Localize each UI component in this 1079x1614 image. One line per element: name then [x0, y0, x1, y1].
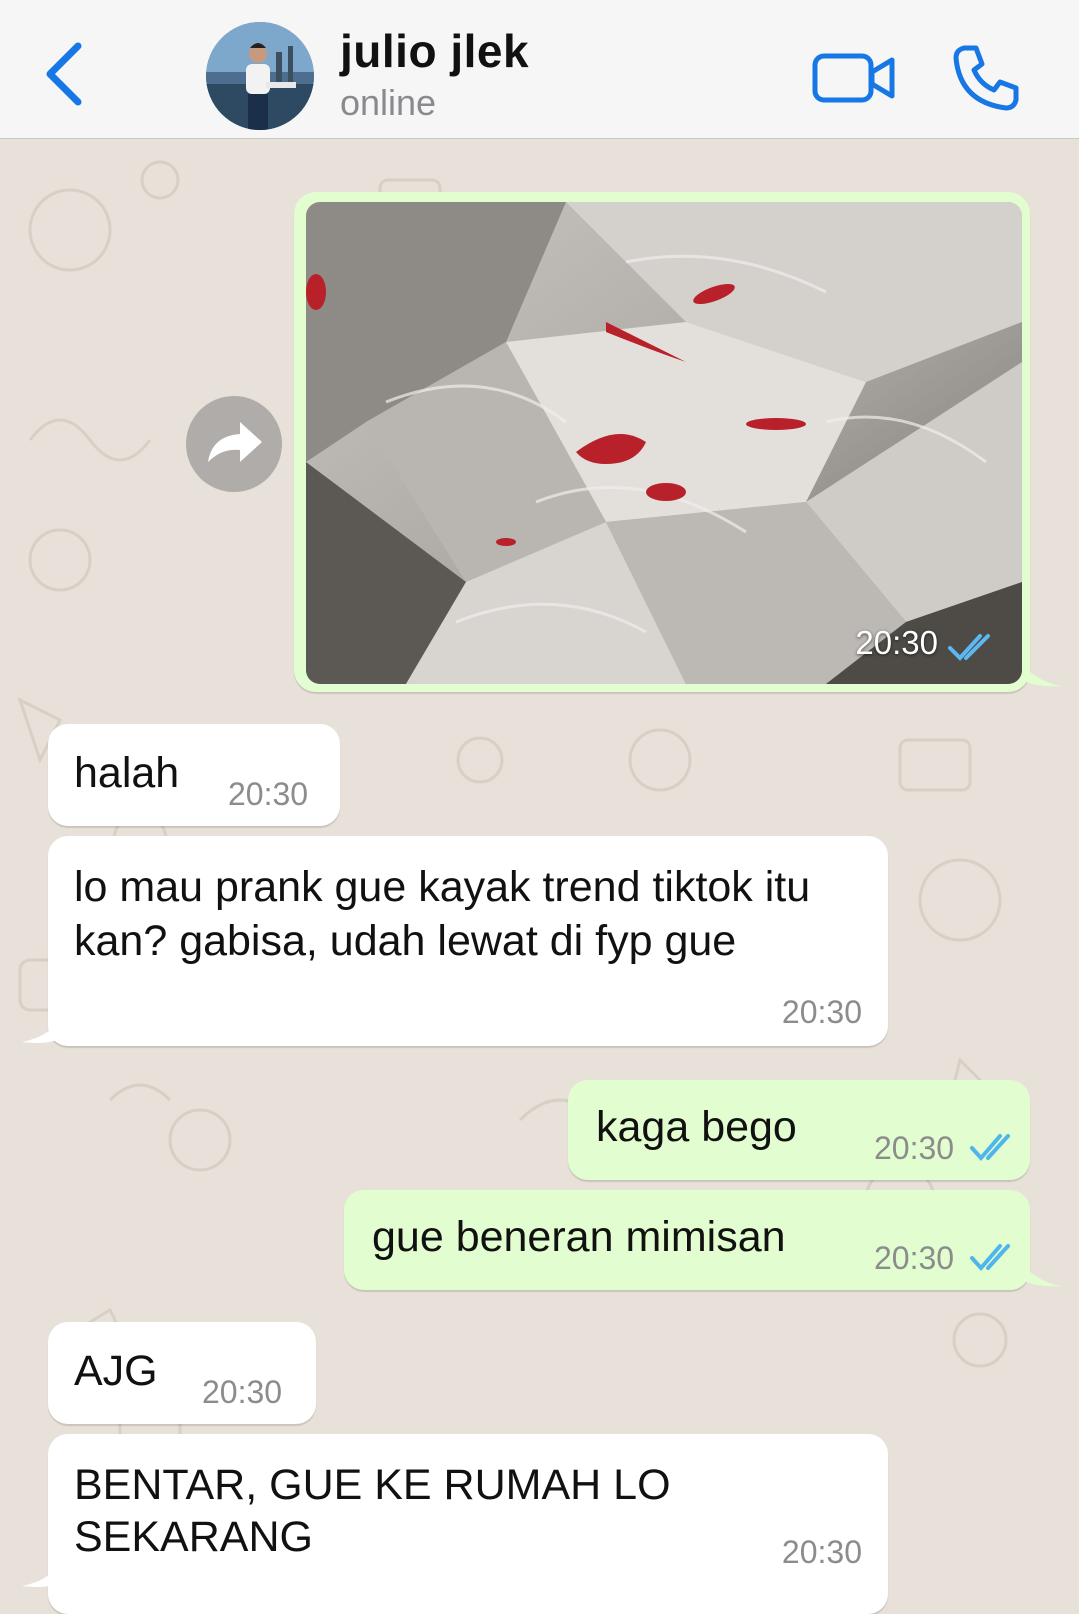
forward-button[interactable] [186, 396, 282, 492]
avatar-photo [206, 22, 314, 130]
bubble-tail [1014, 1240, 1060, 1287]
outgoing-message-bubble[interactable]: gue beneran mimisan 20:30 [344, 1190, 1030, 1290]
voice-call-button[interactable] [950, 42, 1022, 114]
incoming-message-bubble[interactable]: AJG 20:30 [48, 1322, 316, 1424]
avatar[interactable] [206, 22, 314, 130]
bubble-tail [22, 1000, 66, 1043]
back-button[interactable] [40, 38, 90, 110]
message-time: 20:30 [874, 1130, 955, 1166]
message-time: 20:30 [855, 624, 938, 661]
message-text-line: lo mau prank gue kayak trend tiktok itu [74, 863, 811, 911]
message-photo[interactable]: 20:30 [306, 202, 1022, 684]
message-text-line: SEKARANG [74, 1513, 313, 1561]
contact-status: online [340, 82, 437, 123]
message-text-line: kan? gabisa, udah lewat di fyp gue [74, 917, 737, 965]
message-time: 20:30 [874, 1240, 955, 1276]
forward-arrow-icon [208, 422, 262, 462]
message-time: 20:30 [202, 1374, 283, 1410]
message-time: 20:30 [228, 776, 309, 812]
bubble-tail [22, 1544, 66, 1587]
message-text: kaga bego [596, 1103, 797, 1151]
chevron-left-icon [46, 42, 82, 106]
message-text-line: BENTAR, GUE KE RUMAH LO [74, 1461, 671, 1509]
message-text: gue beneran mimisan [372, 1213, 786, 1261]
double-check-icon [970, 1134, 1010, 1162]
phone-icon [953, 45, 1019, 111]
incoming-message-bubble[interactable]: lo mau prank gue kayak trend tiktok itu … [48, 836, 888, 1046]
incoming-message-bubble[interactable]: halah 20:30 [48, 724, 340, 826]
message-text: halah [74, 749, 180, 797]
double-check-icon [970, 1244, 1010, 1272]
double-check-icon [948, 634, 990, 661]
incoming-message-bubble[interactable]: BENTAR, GUE KE RUMAH LO SEKARANG 20:30 [48, 1434, 888, 1614]
tissue-photo [306, 202, 1022, 684]
video-call-button[interactable] [812, 50, 896, 106]
contact-name[interactable]: julio jlek [340, 24, 529, 78]
message-time: 20:30 [781, 994, 862, 1030]
chat-header: julio jlek online [0, 0, 1079, 139]
outgoing-message-bubble[interactable]: kaga bego 20:30 [568, 1080, 1030, 1180]
message-time: 20:30 [781, 1534, 862, 1570]
video-camera-icon [812, 53, 895, 103]
message-text: AJG [74, 1347, 158, 1395]
